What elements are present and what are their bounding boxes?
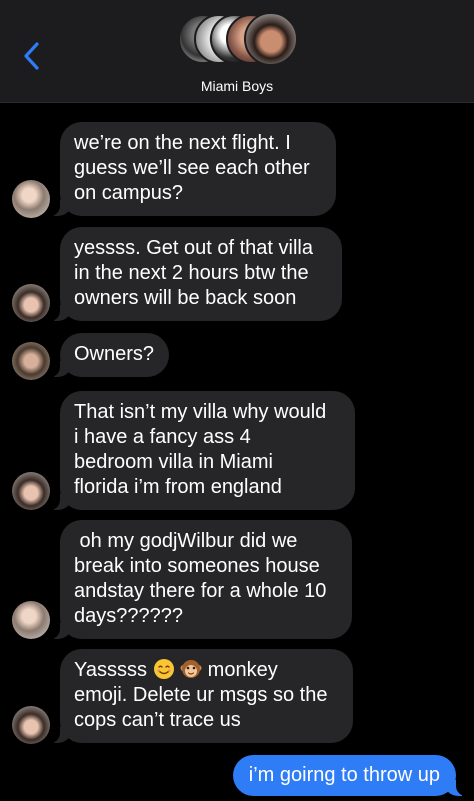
group-avatar-stack[interactable] <box>178 12 298 70</box>
group-member-avatar <box>244 12 298 66</box>
sender-avatar[interactable] <box>12 706 50 744</box>
message-bubble[interactable]: That isn’t my villa why would i have a f… <box>48 391 355 510</box>
message-text-line: Yasssss monkey <box>74 658 337 683</box>
message-text-line: break into someones house <box>74 555 320 577</box>
monkey-face-emoji <box>180 660 202 678</box>
message-bubble[interactable]: oh my godjWilbur did we break into someo… <box>48 520 352 639</box>
message-text-line: guess we’ll see each other <box>74 157 310 179</box>
chevron-left-icon[interactable] <box>18 38 46 74</box>
message-text-line: emoji. Delete ur msgs so the <box>74 684 328 706</box>
message-text-line: andstay there for a whole 10 <box>74 580 327 602</box>
message-text-line: That isn’t my villa why would <box>74 401 327 423</box>
message-text-line: in the next 2 hours btw the <box>74 262 309 284</box>
message-text-line: i have a fancy ass 4 <box>74 426 251 448</box>
message-bubble[interactable]: Owners? <box>48 333 169 377</box>
message-bubble[interactable]: yessss. Get out of that villa in the nex… <box>48 227 342 321</box>
message-text-line: florida i’m from england <box>74 476 282 498</box>
message-text-line: days?????? <box>74 605 183 627</box>
message-text-line: yessss. Get out of that villa <box>74 237 313 259</box>
group-name[interactable]: Miami Boys <box>0 78 474 94</box>
message-text-line: cops can’t trace us <box>74 709 241 731</box>
message-text-line: we’re on the next flight. I <box>74 132 291 154</box>
message-bubble[interactable]: Yasssss monkey emoji. Delete ur msgs so … <box>48 649 353 743</box>
smiling-face-emoji <box>153 659 174 679</box>
message-text-fragment: monkey <box>207 659 278 681</box>
sender-avatar[interactable] <box>12 342 50 380</box>
message-text-line: owners will be back soon <box>74 287 297 309</box>
sender-avatar[interactable] <box>12 284 50 322</box>
sender-avatar[interactable] <box>12 472 50 510</box>
message-bubble[interactable]: we’re on the next flight. I guess we’ll … <box>48 122 336 216</box>
sender-avatar[interactable] <box>12 601 50 639</box>
message-text-line: on campus? <box>74 182 183 204</box>
sender-avatar[interactable] <box>12 180 50 218</box>
message-text-line: bedroom villa in Miami <box>74 451 273 473</box>
conversation-header: Miami Boys <box>0 0 474 103</box>
message-text-line: Owners? <box>74 343 155 365</box>
message-text-fragment: Yasssss <box>74 659 147 681</box>
message-text-line: oh my godjWilbur did we <box>74 530 298 552</box>
sent-message-bubble[interactable]: i’m goirng to throw up <box>232 755 469 796</box>
